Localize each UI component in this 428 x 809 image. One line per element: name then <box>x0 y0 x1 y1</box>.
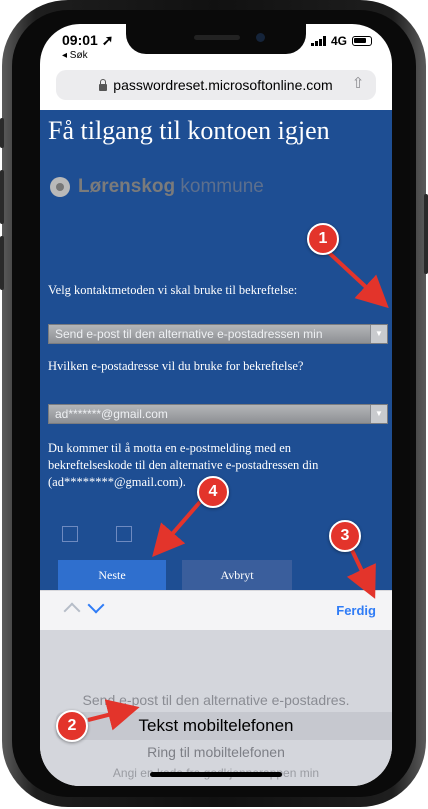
arrow-1 <box>324 248 389 309</box>
annotation-marker-1: 1 <box>307 223 339 255</box>
annotation-arrows <box>87 248 389 731</box>
arrow-3 <box>346 545 376 599</box>
annotation-marker-3: 3 <box>329 520 361 552</box>
arrow-4 <box>152 500 202 558</box>
annotation-marker-4: 4 <box>197 476 229 508</box>
annotation-marker-2: 2 <box>56 710 88 742</box>
arrow-2 <box>87 699 140 731</box>
